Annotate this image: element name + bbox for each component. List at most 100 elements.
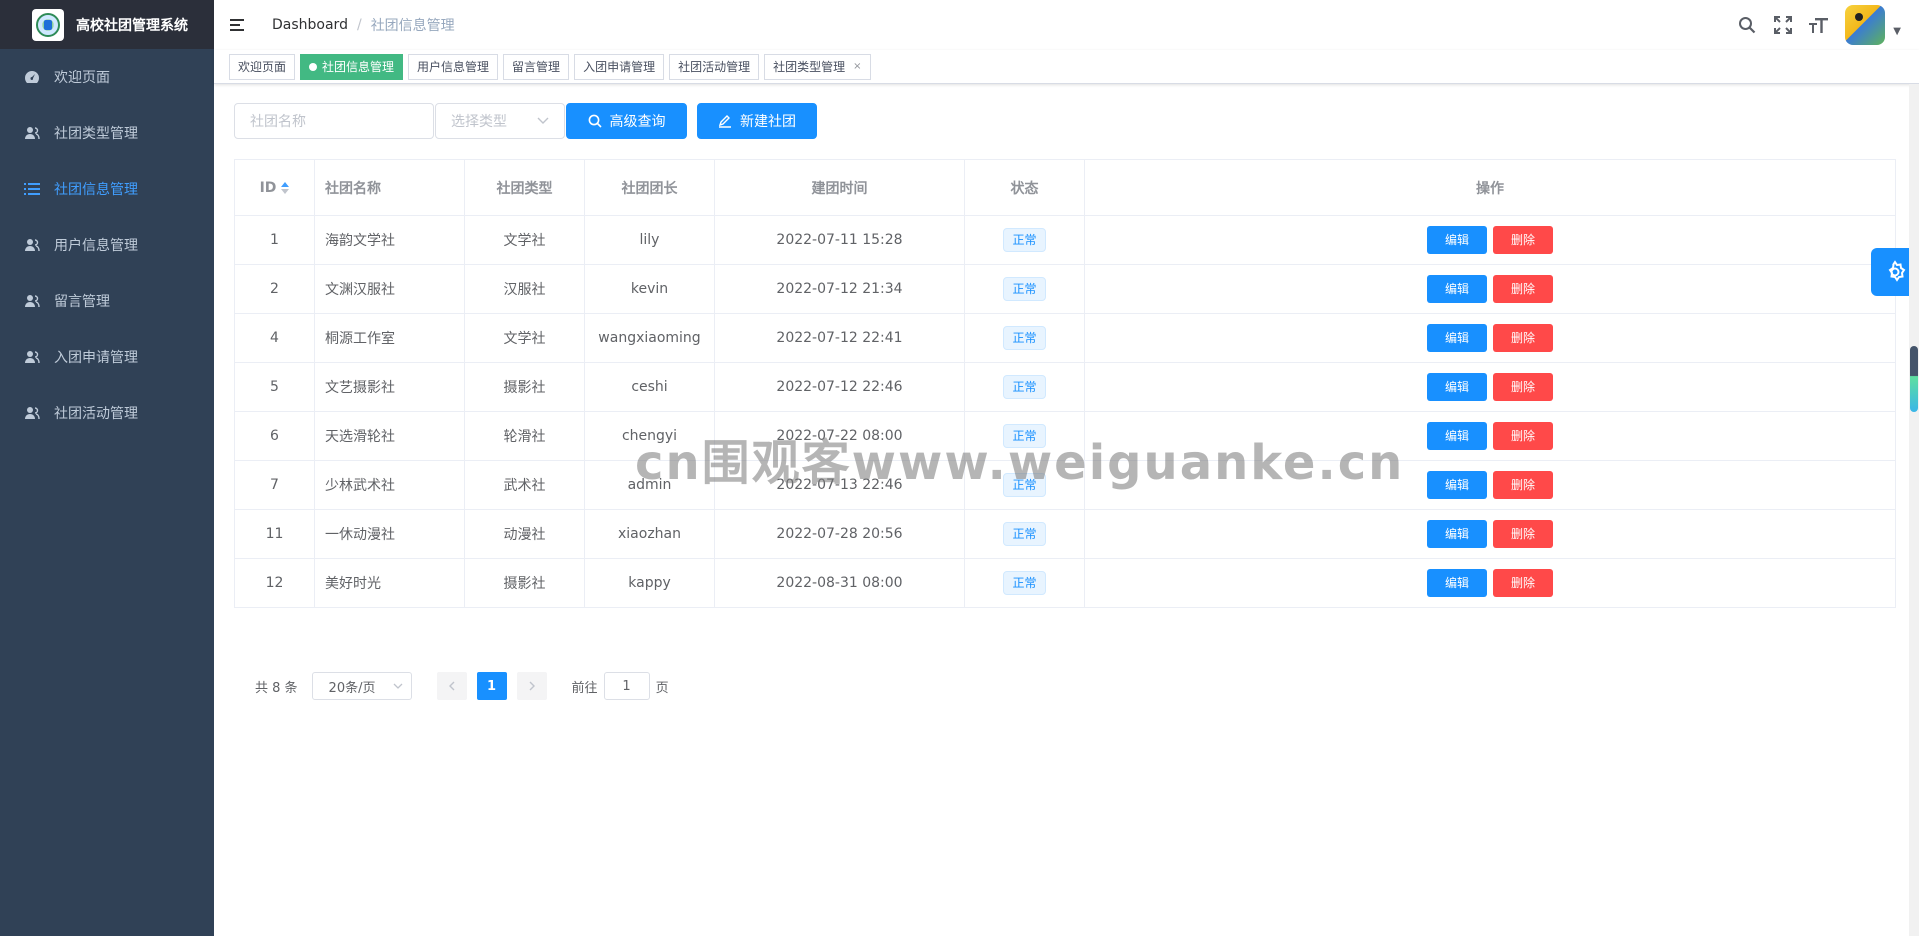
cell-id: 11: [234, 509, 315, 559]
status-badge: 正常: [1003, 424, 1046, 448]
tag-club-types[interactable]: 社团类型管理 ×: [764, 53, 871, 80]
cell-id: 12: [234, 558, 315, 608]
status-badge: 正常: [1003, 277, 1046, 301]
hamburger-icon[interactable]: [230, 15, 250, 35]
sidebar-item-club-info[interactable]: 社团信息管理: [0, 161, 214, 217]
column-header-label: ID: [259, 179, 277, 196]
cell-name: 海韵文学社: [314, 215, 465, 265]
scrollbar-thumb[interactable]: [1910, 346, 1918, 412]
page-number[interactable]: 1: [476, 672, 507, 700]
user-icon: [24, 293, 40, 309]
delete-button[interactable]: 删除: [1493, 226, 1553, 254]
cell-actions: 编辑 删除: [1084, 264, 1896, 314]
status-badge: 正常: [1003, 473, 1046, 497]
scrollbar-track[interactable]: [1909, 84, 1919, 936]
breadcrumb-root[interactable]: Dashboard: [272, 17, 348, 33]
cell-actions: 编辑 删除: [1084, 362, 1896, 412]
cell-status: 正常: [964, 460, 1085, 510]
fullscreen-icon[interactable]: [1773, 15, 1793, 35]
tag-users[interactable]: 用户信息管理: [408, 53, 499, 80]
club-name-input[interactable]: 社团名称: [234, 103, 434, 139]
sidebar-item-welcome[interactable]: 欢迎页面: [0, 49, 214, 105]
list-icon: [24, 181, 40, 197]
cell-type: 动漫社: [464, 509, 585, 559]
type-select[interactable]: 选择类型: [435, 103, 565, 139]
delete-button[interactable]: 删除: [1493, 422, 1553, 450]
cell-status: 正常: [964, 313, 1085, 363]
delete-button[interactable]: 删除: [1493, 324, 1553, 352]
goto-page-input[interactable]: 1: [603, 672, 650, 700]
font-size-icon[interactable]: [1809, 15, 1829, 35]
close-icon[interactable]: ×: [853, 55, 861, 79]
sidebar-item-messages[interactable]: 留言管理: [0, 273, 214, 329]
next-page-button[interactable]: [516, 672, 547, 700]
tag-activities[interactable]: 社团活动管理: [669, 53, 760, 80]
cell-time: 2022-07-12 21:34: [714, 264, 965, 314]
sidebar-item-users[interactable]: 用户信息管理: [0, 217, 214, 273]
page-size-value: 20条/页: [328, 680, 376, 696]
cell-name: 少林武术社: [314, 460, 465, 510]
advanced-search-button[interactable]: 高级查询: [566, 103, 687, 139]
cell-type: 汉服社: [464, 264, 585, 314]
tag-club-info[interactable]: 社团信息管理: [300, 53, 404, 80]
prev-page-button[interactable]: [436, 672, 467, 700]
column-header-name: 社团名称: [314, 159, 465, 216]
chevron-right-icon: [529, 681, 535, 691]
sidebar-item-applications[interactable]: 入团申请管理: [0, 329, 214, 385]
delete-button[interactable]: 删除: [1493, 569, 1553, 597]
status-badge: 正常: [1003, 375, 1046, 399]
active-dot-icon: [309, 62, 318, 71]
cell-name: 一休动漫社: [314, 509, 465, 559]
column-header-status: 状态: [964, 159, 1085, 216]
sidebar-item-club-types[interactable]: 社团类型管理: [0, 105, 214, 161]
navbar: Dashboard / 社团信息管理 ▼: [214, 0, 1919, 50]
sidebar-item-activities[interactable]: 社团活动管理: [0, 385, 214, 441]
search-icon[interactable]: [1737, 15, 1757, 35]
delete-button[interactable]: 删除: [1493, 275, 1553, 303]
tag-applications[interactable]: 入团申请管理: [574, 53, 665, 80]
cell-type: 文学社: [464, 215, 585, 265]
edit-button[interactable]: 编辑: [1427, 275, 1487, 303]
edit-button[interactable]: 编辑: [1427, 569, 1487, 597]
breadcrumb: Dashboard / 社团信息管理: [272, 15, 455, 35]
pagination-total: 共 8 条: [255, 680, 298, 696]
cell-actions: 编辑 删除: [1084, 411, 1896, 461]
column-header-id[interactable]: ID: [234, 159, 315, 216]
cell-time: 2022-07-12 22:41: [714, 313, 965, 363]
tag-messages[interactable]: 留言管理: [503, 53, 570, 80]
edit-button[interactable]: 编辑: [1427, 373, 1487, 401]
cell-status: 正常: [964, 362, 1085, 412]
user-icon: [24, 405, 40, 421]
club-name-placeholder: 社团名称: [250, 114, 306, 130]
dashboard-icon: [24, 69, 40, 85]
delete-button[interactable]: 删除: [1493, 471, 1553, 499]
cell-id: 5: [234, 362, 315, 412]
chevron-down-icon: [537, 113, 549, 129]
table-row: 7 少林武术社 武术社 admin 2022-07-13 22:46 正常 编辑…: [234, 460, 1896, 510]
type-select-placeholder: 选择类型: [451, 114, 507, 130]
tags-view: 欢迎页面 社团信息管理 用户信息管理 留言管理 入团申请管理 社团活动管理 社团…: [214, 50, 1919, 84]
edit-button[interactable]: 编辑: [1427, 226, 1487, 254]
page-size-select[interactable]: 20条/页: [311, 672, 412, 700]
breadcrumb-separator: /: [356, 17, 362, 33]
cell-actions: 编辑 删除: [1084, 460, 1896, 510]
filter-bar: 社团名称 选择类型 高级查询 新建社团: [234, 103, 817, 139]
edit-button[interactable]: 编辑: [1427, 520, 1487, 548]
new-club-button[interactable]: 新建社团: [697, 103, 817, 139]
delete-button[interactable]: 删除: [1493, 520, 1553, 548]
delete-button[interactable]: 删除: [1493, 373, 1553, 401]
cell-leader: chengyi: [584, 411, 715, 461]
tag-welcome[interactable]: 欢迎页面: [229, 53, 296, 80]
chevron-down-icon[interactable]: ▼: [1893, 26, 1901, 37]
avatar[interactable]: [1845, 5, 1886, 45]
cell-name: 文艺摄影社: [314, 362, 465, 412]
edit-button[interactable]: 编辑: [1427, 324, 1487, 352]
logo[interactable]: 高校社团管理系统: [0, 0, 214, 49]
edit-button[interactable]: 编辑: [1427, 422, 1487, 450]
edit-icon: [718, 115, 731, 128]
sort-icon[interactable]: [281, 181, 290, 194]
cell-leader: ceshi: [584, 362, 715, 412]
sidebar-item-label: 欢迎页面: [54, 70, 110, 86]
navbar-right: ▼: [1737, 0, 1901, 50]
edit-button[interactable]: 编辑: [1427, 471, 1487, 499]
